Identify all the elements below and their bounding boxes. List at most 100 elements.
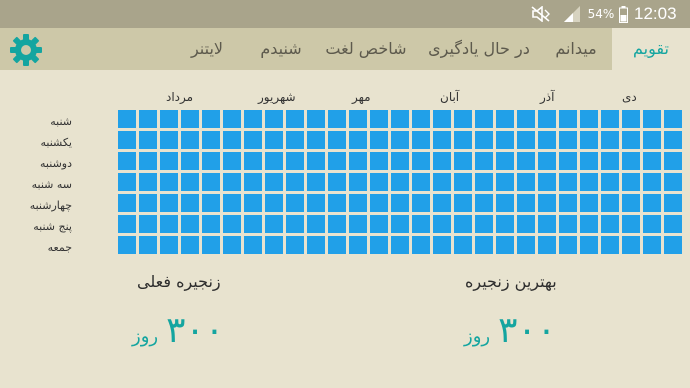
calendar-day-cell xyxy=(559,236,577,254)
calendar-day-cell xyxy=(349,131,367,149)
calendar-day-cell xyxy=(391,194,409,212)
tab-leitner[interactable]: لایتنر xyxy=(172,28,242,70)
day-label: سه شنبه xyxy=(31,178,72,191)
calendar-day-cell xyxy=(580,173,598,191)
calendar-day-cell xyxy=(664,152,682,170)
calendar-day-cell xyxy=(580,215,598,233)
calendar-day-cell xyxy=(286,194,304,212)
tab-calendar[interactable]: تقویم xyxy=(612,28,690,70)
calendar-day-cell xyxy=(643,194,661,212)
calendar-day-cell xyxy=(265,194,283,212)
month-label: مرداد xyxy=(166,90,194,104)
battery-percent: 54% xyxy=(587,7,615,21)
calendar-day-cell xyxy=(328,215,346,233)
calendar-day-cell xyxy=(181,173,199,191)
calendar-day-cell xyxy=(433,173,451,191)
calendar-day-cell xyxy=(475,131,493,149)
tab-known[interactable]: میدانم xyxy=(546,28,606,70)
current-streak-value: روز ۳۰۰ xyxy=(132,310,225,351)
calendar-day-cell xyxy=(622,131,640,149)
calendar-day-cell xyxy=(139,194,157,212)
calendar-day-cell xyxy=(622,110,640,128)
calendar-day-cell xyxy=(349,152,367,170)
calendar-day-cell xyxy=(601,173,619,191)
calendar-day-cell xyxy=(391,110,409,128)
calendar-day-cell xyxy=(328,152,346,170)
calendar-day-cell xyxy=(286,215,304,233)
calendar-day-cell xyxy=(496,215,514,233)
calendar-day-cell xyxy=(223,173,241,191)
calendar-day-cell xyxy=(265,173,283,191)
calendar-day-cell xyxy=(538,110,556,128)
calendar-day-cell xyxy=(139,236,157,254)
month-label: شهریور xyxy=(258,90,296,104)
gear-icon[interactable] xyxy=(8,32,44,68)
calendar-day-cell xyxy=(517,215,535,233)
calendar-day-cell xyxy=(601,194,619,212)
calendar-day-cell xyxy=(391,215,409,233)
calendar-day-cell xyxy=(538,194,556,212)
tab-word-index[interactable]: شاخص لغت xyxy=(320,28,412,70)
calendar-day-cell xyxy=(454,215,472,233)
calendar-day-cell xyxy=(664,110,682,128)
calendar-day-cell xyxy=(244,173,262,191)
calendar-day-cell xyxy=(433,152,451,170)
calendar-day-cell xyxy=(118,110,136,128)
calendar-day-cell xyxy=(244,194,262,212)
calendar-day-cell xyxy=(412,194,430,212)
calendar-day-cell xyxy=(643,236,661,254)
calendar-day-cell xyxy=(559,173,577,191)
calendar-day-cell xyxy=(244,152,262,170)
calendar-day-cell xyxy=(622,215,640,233)
month-label: مهر xyxy=(352,90,371,104)
calendar-day-cell xyxy=(370,194,388,212)
calendar-day-cell xyxy=(265,131,283,149)
calendar-day-cell xyxy=(160,215,178,233)
current-streak-number: ۳۰۰ xyxy=(166,310,225,351)
tab-heard[interactable]: شنیدم xyxy=(248,28,314,70)
calendar-day-cell xyxy=(475,173,493,191)
calendar-day-cell xyxy=(433,131,451,149)
tab-bar: تقویم میدانم در حال یادگیری شاخص لغت شنی… xyxy=(0,28,690,70)
calendar-day-cell xyxy=(601,110,619,128)
calendar-day-cell xyxy=(412,215,430,233)
calendar-day-cell xyxy=(475,194,493,212)
calendar-day-cell xyxy=(454,173,472,191)
calendar-day-cell xyxy=(181,131,199,149)
calendar-day-cell xyxy=(286,152,304,170)
calendar-day-cell xyxy=(454,152,472,170)
calendar-day-cell xyxy=(244,131,262,149)
calendar-day-cell xyxy=(265,152,283,170)
calendar-day-cell xyxy=(538,215,556,233)
calendar-day-cell xyxy=(223,152,241,170)
calendar-day-cell xyxy=(328,110,346,128)
calendar-day-cell xyxy=(265,110,283,128)
calendar-day-cell xyxy=(580,152,598,170)
clock: 12:03 xyxy=(634,4,677,23)
calendar-day-cell xyxy=(202,173,220,191)
calendar-day-cell xyxy=(118,131,136,149)
calendar-day-cell xyxy=(370,236,388,254)
calendar-day-cell xyxy=(370,131,388,149)
calendar-day-cell xyxy=(286,173,304,191)
calendar-day-cell xyxy=(643,215,661,233)
calendar-day-cell xyxy=(601,215,619,233)
calendar-day-cell xyxy=(391,152,409,170)
calendar-day-cell xyxy=(475,236,493,254)
calendar-day-cell xyxy=(601,236,619,254)
calendar-day-cell xyxy=(349,236,367,254)
current-streak-title: زنجیره فعلی xyxy=(137,272,221,291)
mute-icon xyxy=(530,0,552,28)
calendar-day-cell xyxy=(496,194,514,212)
status-bar: 54% 12:03 xyxy=(0,0,690,28)
calendar-day-cell xyxy=(370,110,388,128)
calendar-day-cell xyxy=(328,236,346,254)
calendar-day-cell xyxy=(223,194,241,212)
tab-learning[interactable]: در حال یادگیری xyxy=(418,28,540,70)
calendar-day-cell xyxy=(664,194,682,212)
calendar-day-cell xyxy=(454,194,472,212)
calendar-day-cell xyxy=(160,236,178,254)
calendar-day-cell xyxy=(454,236,472,254)
calendar-day-cell xyxy=(349,215,367,233)
signal-icon xyxy=(562,0,582,28)
